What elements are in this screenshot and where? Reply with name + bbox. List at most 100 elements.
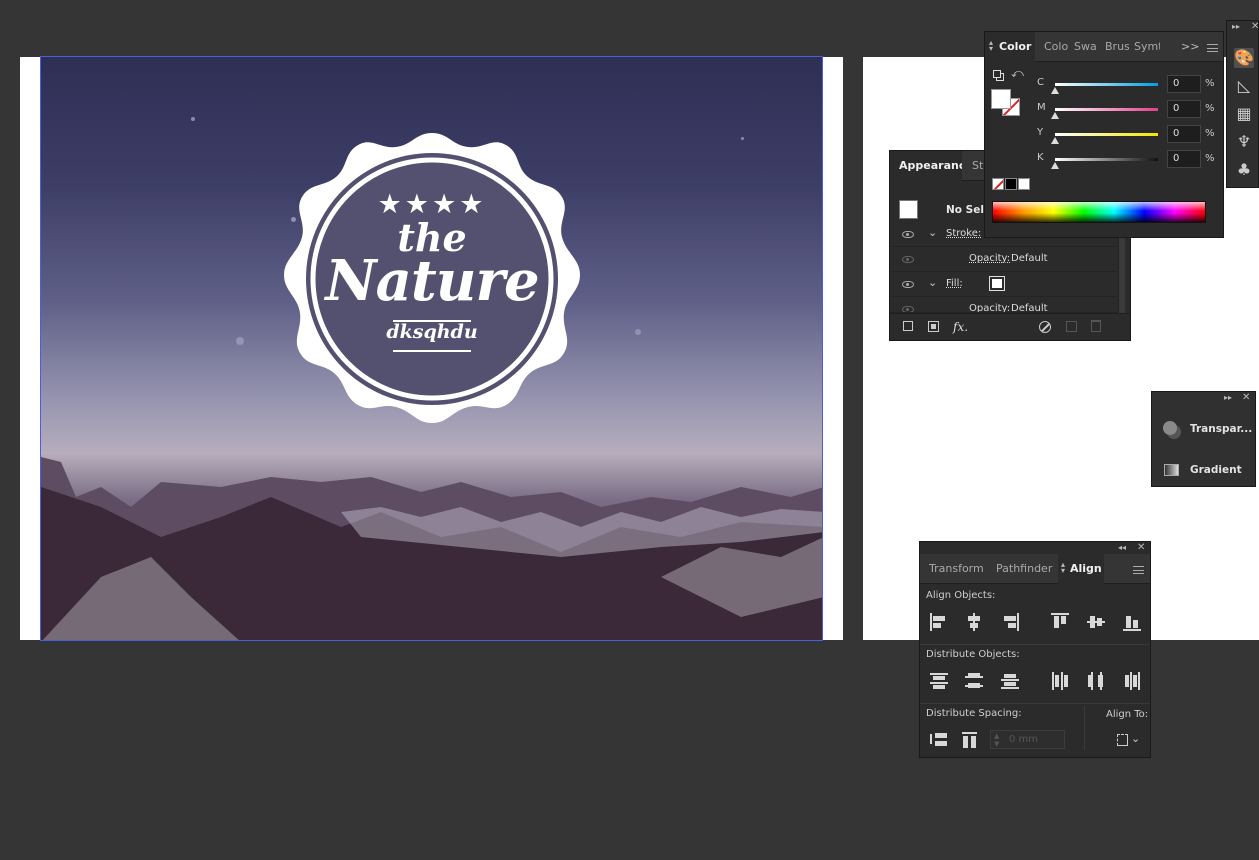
slider-value-input[interactable]: 0 [1167,150,1201,168]
add-new-stroke-icon[interactable] [903,321,913,331]
opacity-value: Default [1011,253,1048,264]
slider-value-input[interactable]: 0 [1167,125,1201,143]
gradient-icon [1164,464,1179,476]
panel-menu-icon[interactable] [1133,566,1144,574]
dock-close-button[interactable]: ✕ [1251,21,1259,32]
black-color-swatch[interactable] [1005,178,1017,190]
slider-unit: % [1205,153,1215,164]
tab-swatches[interactable]: Swa [1074,32,1098,62]
panel-menu-icon[interactable] [1207,44,1218,52]
nature-badge[interactable]: ★★★★ the Nature dksqhdu [278,131,586,433]
tab-color-guide[interactable]: Colo [1044,32,1070,62]
white-color-swatch[interactable] [1018,178,1030,190]
vertical-align-top-icon[interactable] [1051,613,1069,631]
badge-subtitle: dksqhdu [386,321,478,343]
vertical-distribute-bottom-icon[interactable] [1001,672,1019,690]
slider-value-input[interactable]: 0 [1167,75,1201,93]
vertical-align-bottom-icon[interactable] [1123,613,1141,631]
slider-thumb[interactable] [1051,112,1059,119]
section-divider [920,644,1150,645]
color-spectrum-bar[interactable] [992,201,1206,223]
spacing-stepper[interactable]: ▲ ▼ 0 mm [990,730,1065,749]
visibility-eye-icon[interactable] [902,281,914,288]
tab-appearance[interactable]: Appearance [890,151,962,181]
horizontal-distribute-center-icon[interactable] [1087,672,1105,690]
brushes-icon[interactable]: ♆ [1234,132,1254,152]
tab-symbols[interactable]: Symt [1134,32,1160,62]
transparency-label: Transpar... [1190,423,1253,435]
appearance-footer: fx. [890,313,1130,341]
trash-icon[interactable] [1091,320,1101,332]
vertical-distribute-space-icon[interactable] [930,731,948,749]
appearance-row-fill-opacity[interactable]: Opacity: Default [890,297,1118,313]
panel-close-button[interactable]: ✕ [1137,542,1145,553]
slider-thumb[interactable] [1051,137,1059,144]
selected-artwork-image[interactable]: ★★★★ the Nature dksqhdu [40,56,823,641]
tab-collapse-arrows-icon[interactable]: ▴ ▾ [989,39,993,53]
horizontal-align-left-icon[interactable] [930,613,948,631]
appearance-header-swatch[interactable] [899,200,918,219]
horizontal-align-right-icon[interactable] [1001,613,1019,631]
slider-thumb[interactable] [1051,162,1059,169]
chevron-down-icon[interactable]: ⌄ [928,276,937,289]
dock-collapse-button[interactable]: ▸▸ [1232,22,1240,31]
tab-stroke[interactable]: St [966,151,986,181]
opacity-label[interactable]: Opacity: [969,253,1010,264]
align-to-dropdown[interactable]: ⌄ [1114,731,1142,749]
appearance-row-stroke-opacity[interactable]: Opacity: Default [890,247,1118,272]
slider-thumb[interactable] [1051,87,1059,94]
transparency-item[interactable]: Transpar... [1152,416,1257,442]
slider-track[interactable] [1055,108,1158,111]
horizontal-align-center-icon[interactable] [965,613,983,631]
opacity-label[interactable]: Opacity: [969,303,1010,312]
swatches-icon[interactable]: ▦ [1234,104,1254,124]
badge-rule-bottom [393,350,471,352]
fill-swatch[interactable] [991,89,1011,109]
fill-label[interactable]: Fill: [946,278,963,289]
chevron-down-icon: ⌄ [1131,732,1141,745]
tab-pathfinder[interactable]: Pathfinder [996,554,1054,584]
tab-brushes[interactable]: Brus [1105,32,1129,62]
slider-unit: % [1205,128,1215,139]
visibility-eye-icon[interactable] [902,231,914,238]
slider-track[interactable] [1055,83,1158,86]
stroke-label[interactable]: Stroke: [946,228,981,239]
stepper-arrows-icon[interactable]: ▲ ▼ [994,732,999,748]
duplicate-item-icon[interactable] [1066,321,1077,332]
distribute-objects-label: Distribute Objects: [926,649,1020,660]
horizontal-distribute-right-icon[interactable] [1123,672,1141,690]
clear-appearance-icon[interactable] [1039,321,1051,333]
gradient-item[interactable]: Gradient [1152,457,1257,483]
symbols-icon[interactable]: ♣ [1234,160,1254,180]
fill-swatch[interactable] [989,276,1005,291]
appearance-row-fill[interactable]: ⌄ Fill: [890,272,1118,297]
vertical-divider [1084,706,1085,750]
vertical-align-center-icon[interactable] [1087,613,1105,631]
vertical-distribute-center-icon[interactable] [965,672,983,690]
appearance-scrollbar[interactable] [1118,230,1125,313]
add-new-fill-icon[interactable] [928,321,939,332]
vertical-distribute-top-icon[interactable] [930,672,948,690]
panel-collapse-button[interactable]: ▸▸ [1224,393,1232,402]
tab-collapse-arrows-icon[interactable]: ▴ ▾ [1061,561,1065,575]
visibility-eye-icon[interactable] [902,306,914,312]
none-color-swatch[interactable] [992,178,1004,190]
slider-track[interactable] [1055,133,1158,136]
panel-close-button[interactable]: ✕ [1242,392,1250,403]
transparency-icon [1163,421,1177,435]
slider-value-input[interactable]: 0 [1167,100,1201,118]
horizontal-distribute-left-icon[interactable] [1051,672,1069,690]
slider-row-m: M 0% [985,100,1225,120]
tab-overflow-button[interactable]: >> [1181,40,1199,53]
color-palette-icon[interactable]: 🎨 [1234,48,1254,68]
color-guide-icon[interactable]: ◺ [1234,76,1254,96]
transparency-gradient-panel: ▸▸ ✕ Transpar... Gradient [1151,391,1256,487]
visibility-eye-icon[interactable] [902,256,914,263]
slider-track[interactable] [1055,158,1158,161]
horizontal-distribute-space-icon[interactable] [961,731,979,749]
tab-transform[interactable]: Transform [929,554,984,584]
align-panel: ◂◂ ✕ Transform Pathfinder Align ▴ ▾ Align… [919,541,1151,758]
panel-collapse-button[interactable]: ◂◂ [1118,543,1126,552]
chevron-down-icon[interactable]: ⌄ [928,226,937,239]
fx-icon[interactable]: fx. [953,320,968,334]
